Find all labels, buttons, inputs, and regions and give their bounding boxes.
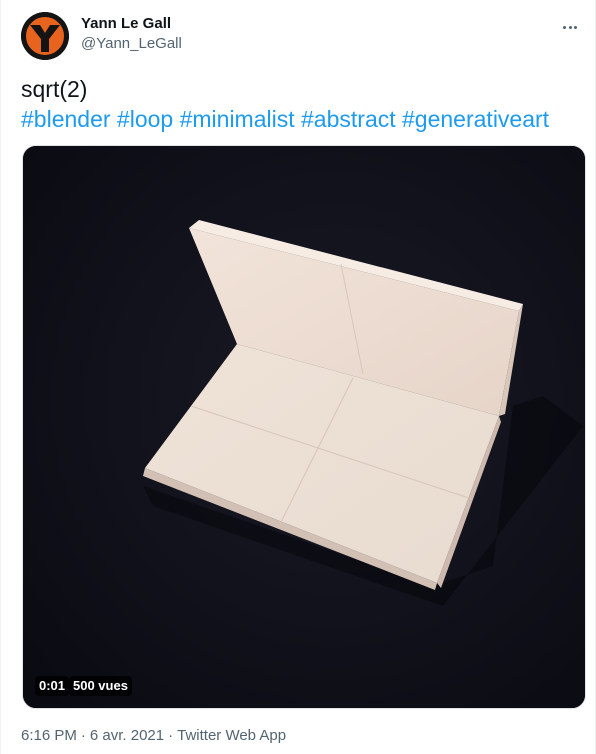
more-horizontal-icon (563, 25, 567, 29)
tweet-card: Yann Le Gall @Yann_LeGall sqrt(2) #blend… (0, 0, 596, 754)
logo-avatar-icon (21, 12, 69, 60)
separator: · (80, 727, 86, 744)
tweet-text: sqrt(2) #blender #loop #minimalist #abst… (21, 74, 581, 134)
separator: · (168, 727, 174, 744)
tweet-body: sqrt(2) (21, 76, 88, 102)
display-name[interactable]: Yann Le Gall (81, 14, 182, 34)
hashtag-link[interactable]: #blender (21, 106, 111, 132)
video-elapsed-badge: 0:01 (35, 676, 70, 696)
user-handle[interactable]: @Yann_LeGall (81, 34, 182, 54)
avatar[interactable] (21, 12, 69, 60)
hashtag-link[interactable]: #abstract (301, 106, 396, 132)
tweet-date-link[interactable]: 6 avr. 2021 (90, 727, 164, 744)
hashtag-link[interactable]: #generativeart (402, 106, 549, 132)
more-options-button[interactable] (557, 14, 583, 40)
video-player[interactable]: 0:01 500 vues (22, 145, 586, 709)
tweet-source-link[interactable]: Twitter Web App (177, 727, 286, 744)
tweet-metadata: 6:16 PM · 6 avr. 2021 · Twitter Web App (21, 726, 286, 746)
video-frame (23, 146, 585, 708)
video-views-badge: 500 vues (69, 676, 132, 696)
hashtag-link[interactable]: #loop (117, 106, 173, 132)
hashtag-link[interactable]: #minimalist (180, 106, 295, 132)
tweet-time-link[interactable]: 6:16 PM (21, 727, 77, 744)
author-info: Yann Le Gall @Yann_LeGall (81, 14, 182, 54)
hashtag-line: #blender #loop #minimalist #abstract #ge… (21, 104, 581, 134)
